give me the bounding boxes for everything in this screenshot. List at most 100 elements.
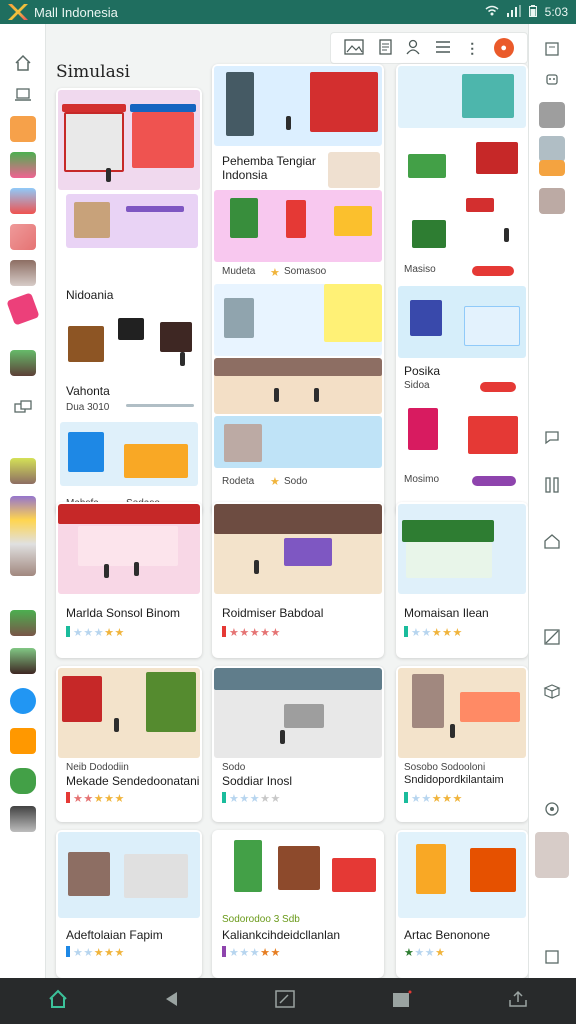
tool-thumb-2[interactable] <box>539 160 565 176</box>
chat-icon[interactable] <box>539 424 565 450</box>
product-card[interactable]: Neib Dododiin Mekade Sendedoonatani ★★★★… <box>56 666 202 822</box>
shop-thumb-2[interactable] <box>10 188 36 214</box>
leaf-thumb[interactable] <box>10 768 36 794</box>
recent-icon[interactable] <box>392 990 412 1013</box>
wifi-icon <box>485 5 499 19</box>
left-sidebar <box>0 24 46 978</box>
square-icon[interactable] <box>539 944 565 970</box>
card-title: Posika <box>404 364 441 378</box>
product-card[interactable]: Artac Benonone ★★★★ <box>396 830 528 978</box>
product-card[interactable]: Sodorodoo 3 Sdb Kaliankcihdeidcllanlan ★… <box>212 830 384 978</box>
product-card[interactable]: Marlda Sonsol Binom ★★★★★ <box>56 502 202 658</box>
battery-icon <box>528 4 537 20</box>
map-thumb[interactable] <box>535 832 569 878</box>
image-icon[interactable] <box>344 38 364 58</box>
edit-icon[interactable] <box>274 989 296 1014</box>
home-icon[interactable] <box>10 50 36 76</box>
card-title: Pehemba Tengiar Indonsia <box>222 154 316 182</box>
strip-thumb[interactable] <box>10 496 36 576</box>
card-image <box>214 284 382 356</box>
card-title: Kaliankcihdeidcllanlan <box>222 928 341 942</box>
photo-thumb-1[interactable] <box>10 350 36 376</box>
product-card[interactable]: Nidoania Vahonta Dua 3010 Mahsfa Sedaso <box>56 88 202 516</box>
avatar[interactable]: ● <box>493 38 514 58</box>
shop-thumb-3[interactable] <box>10 224 36 250</box>
product-card[interactable]: Adeftolaian Fapim ★★★★★ <box>56 830 202 978</box>
card-image <box>398 504 526 594</box>
navigation-bar <box>0 978 576 1024</box>
card-image <box>404 192 524 260</box>
card-image <box>214 66 382 146</box>
card-image <box>398 286 526 358</box>
document-icon[interactable] <box>379 38 392 58</box>
monkey-thumb[interactable] <box>10 116 36 142</box>
shop-thumb-7[interactable] <box>10 806 36 832</box>
card-image <box>64 314 194 372</box>
box-thumb[interactable] <box>539 102 565 128</box>
rating: ★★★★ <box>404 947 446 959</box>
card-subtitle: Mudeta <box>222 266 256 277</box>
card-image <box>214 832 382 910</box>
shop-thumb-6[interactable] <box>10 728 36 754</box>
card-subtitle: Dua 3010 <box>66 402 110 413</box>
user-icon[interactable] <box>406 39 420 58</box>
card-image <box>214 416 382 468</box>
product-card[interactable]: Roidmiser Babdoal ★★★★★ <box>212 502 384 658</box>
card-title: Nidoania <box>66 288 114 302</box>
app-logo-icon <box>8 3 28 21</box>
main-content: ⋮ ● Simulasi Nidoania Vahonta Dua 3010 P… <box>46 24 528 978</box>
house-icon[interactable] <box>539 528 565 554</box>
card-image <box>58 90 200 190</box>
settings-icon[interactable] <box>539 796 565 822</box>
card-image <box>214 358 382 414</box>
card-subtitle: Rodeta <box>222 476 255 487</box>
share-icon[interactable] <box>508 990 528 1013</box>
product-card[interactable]: Momaisan Ilean ★★★★★ <box>396 502 528 658</box>
rating: ★★★★★ <box>66 792 125 805</box>
columns-icon[interactable] <box>539 472 565 498</box>
card-image <box>398 668 526 758</box>
rating: ★★★★★ <box>222 626 281 639</box>
box-thumb-2[interactable] <box>539 188 565 214</box>
card-title: Artac Benonone <box>404 928 491 942</box>
product-card[interactable]: Pehemba Tengiar Indonsia Mudeta ★ Somaso… <box>212 64 384 516</box>
robot-icon[interactable] <box>539 66 565 92</box>
card-title: Adeftolaian Fapim <box>66 928 163 942</box>
card-image <box>66 194 198 248</box>
card-subtitle: Sodo <box>222 762 246 773</box>
card-subtitle: Sodorodoo 3 Sdb <box>222 914 300 925</box>
rating: ★★★★★ <box>404 792 463 805</box>
rating: ★★★★★ <box>66 626 125 639</box>
card-subtitle: Sidoa <box>404 380 430 391</box>
card-title: Momaisan Ilean <box>404 606 489 620</box>
home-icon[interactable] <box>48 989 68 1014</box>
product-card[interactable]: Sosobo Sodooloni Sndidopordkilantaim ★★★… <box>396 666 528 822</box>
clock: 5:03 <box>544 5 568 19</box>
photo-thumb-3[interactable] <box>10 648 36 674</box>
sync-icon[interactable] <box>10 688 36 714</box>
card-title: Vahonta <box>66 384 110 398</box>
back-icon[interactable] <box>164 991 178 1012</box>
card-image <box>214 504 382 594</box>
card-subtitle: Mosimo <box>404 474 440 485</box>
layers-icon[interactable] <box>10 394 36 420</box>
shop-thumb-4[interactable] <box>10 260 36 286</box>
copy-icon[interactable] <box>539 36 565 62</box>
candy-thumb[interactable] <box>6 292 40 326</box>
product-card[interactable]: Sodo Soddiar Inosl ★★★★★ <box>212 666 384 822</box>
photo-thumb-2[interactable] <box>10 610 36 636</box>
rating: ★★★★★ <box>222 946 281 959</box>
app-title: Mall Indonesia <box>34 4 118 20</box>
list-icon[interactable] <box>435 40 451 57</box>
more-icon[interactable]: ⋮ <box>465 40 479 57</box>
slash-box-icon[interactable] <box>539 624 565 650</box>
card-image <box>214 668 382 758</box>
shop-thumb-5[interactable] <box>10 458 36 484</box>
shop-thumb-1[interactable] <box>10 152 36 178</box>
package-icon[interactable] <box>539 678 565 704</box>
tool-thumb[interactable] <box>539 136 565 162</box>
card-subtitle: Neib Dododiin <box>66 762 129 773</box>
card-image <box>404 402 524 466</box>
laptop-icon[interactable] <box>10 82 36 108</box>
product-card[interactable]: Masiso Posika Sidoa Mosimo <box>396 64 528 516</box>
